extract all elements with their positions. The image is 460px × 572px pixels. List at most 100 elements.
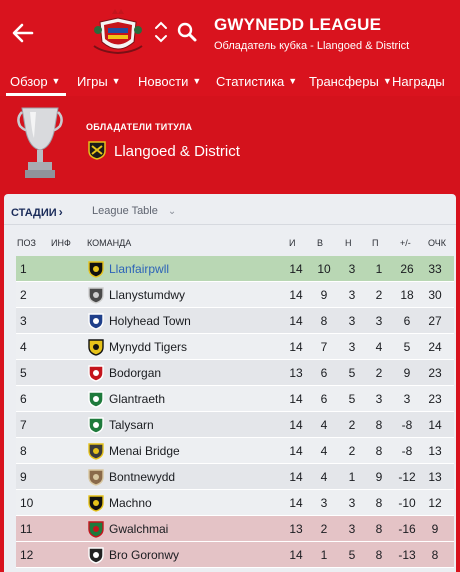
col-header-played[interactable]: И bbox=[289, 238, 295, 248]
cell-gd: -13 bbox=[398, 548, 416, 562]
cell-pts: 27 bbox=[428, 314, 442, 328]
table-row[interactable]: 2 14 9 3 2 18 30 Llanystumdwy bbox=[16, 282, 454, 308]
nav-tabs: Обзор ▼ Игры ▼ Новости ▼ Статистика ▼ Трансф… bbox=[0, 66, 460, 96]
cell-played: 14 bbox=[289, 444, 303, 458]
cell-lost: 2 bbox=[375, 366, 383, 380]
cell-lost: 3 bbox=[375, 392, 383, 406]
club-badge-icon bbox=[88, 521, 104, 538]
cell-drawn: 3 bbox=[348, 340, 356, 354]
cell-pos: 12 bbox=[20, 548, 34, 562]
tab-news[interactable]: Новости ▼ bbox=[138, 74, 201, 89]
tab-matches[interactable]: Игры ▼ bbox=[77, 74, 121, 89]
col-header-drawn[interactable]: Н bbox=[345, 238, 352, 248]
cell-team[interactable]: Machno bbox=[109, 496, 152, 510]
cell-lost: 3 bbox=[375, 314, 383, 328]
cell-pos: 8 bbox=[20, 444, 27, 458]
cell-pts: 8 bbox=[431, 548, 439, 562]
cell-played: 14 bbox=[289, 418, 303, 432]
cell-pts: 13 bbox=[428, 444, 442, 458]
table-row[interactable]: 12 14 1 5 8 -13 8 Bro Goronwy bbox=[16, 542, 454, 568]
col-header-gd[interactable]: +/- bbox=[400, 238, 411, 248]
title-holders-team[interactable]: Llangoed & District bbox=[114, 143, 240, 160]
search-icon[interactable] bbox=[176, 21, 198, 43]
cell-team[interactable]: Bro Goronwy bbox=[109, 548, 179, 562]
stages-label: СТАДИИ bbox=[11, 207, 57, 219]
chevron-down-icon: ▼ bbox=[382, 76, 392, 86]
col-header-pos[interactable]: ПОЗ bbox=[17, 238, 36, 248]
tab-transfers[interactable]: Трансферы ▼ bbox=[309, 74, 392, 89]
cell-won: 4 bbox=[320, 418, 328, 432]
cell-team[interactable]: Bontnewydd bbox=[109, 470, 175, 484]
cell-team[interactable]: Llanfairpwll bbox=[109, 262, 169, 276]
club-badge-icon bbox=[88, 313, 104, 330]
cell-pos: 3 bbox=[20, 314, 27, 328]
cell-pos: 10 bbox=[20, 496, 34, 510]
cell-pos: 6 bbox=[20, 392, 27, 406]
cell-won: 6 bbox=[320, 366, 328, 380]
cell-won: 2 bbox=[320, 522, 328, 536]
col-header-info[interactable]: ИНФ bbox=[51, 238, 71, 248]
cell-lost: 4 bbox=[375, 340, 383, 354]
cell-pts: 9 bbox=[431, 522, 439, 536]
cell-won: 9 bbox=[320, 288, 328, 302]
table-row[interactable]: 7 14 4 2 8 -8 14 Talysarn bbox=[16, 412, 454, 438]
table-row[interactable]: 5 13 6 5 2 9 23 Bodorgan bbox=[16, 360, 454, 386]
cell-team[interactable]: Glantraeth bbox=[109, 392, 165, 406]
tab-label: Статистика bbox=[216, 74, 285, 89]
cell-played: 14 bbox=[289, 262, 303, 276]
cell-pos: 2 bbox=[20, 288, 27, 302]
table-row[interactable]: 8 14 4 2 8 -8 13 Menai Bridge bbox=[16, 438, 454, 464]
tab-awards[interactable]: Награды bbox=[392, 74, 445, 89]
cell-pos: 1 bbox=[20, 262, 27, 276]
chevron-up-icon[interactable] bbox=[154, 20, 168, 30]
club-badge-icon bbox=[88, 391, 104, 408]
chevron-down-icon[interactable] bbox=[154, 34, 168, 44]
table-row[interactable]: 11 13 2 3 8 -16 9 Gwalchmai bbox=[16, 516, 454, 542]
col-header-team[interactable]: КОМАНДА bbox=[87, 238, 131, 248]
tab-overview[interactable]: Обзор ▼ bbox=[10, 74, 60, 89]
stages-button[interactable]: СТАДИИ › bbox=[11, 205, 63, 219]
table-row[interactable]: 3 14 8 3 3 6 27 Holyhead Town bbox=[16, 308, 454, 334]
cell-lost: 1 bbox=[375, 262, 383, 276]
back-arrow-icon[interactable] bbox=[8, 18, 38, 48]
tab-label: Новости bbox=[138, 74, 189, 89]
cell-pts: 24 bbox=[428, 340, 442, 354]
cell-team[interactable]: Gwalchmai bbox=[109, 522, 168, 536]
cell-pts: 23 bbox=[428, 366, 442, 380]
cell-won: 7 bbox=[320, 340, 328, 354]
cell-played: 14 bbox=[289, 288, 303, 302]
cell-team[interactable]: Talysarn bbox=[109, 418, 154, 432]
cell-team[interactable]: Bodorgan bbox=[109, 366, 161, 380]
col-header-won[interactable]: В bbox=[317, 238, 323, 248]
league-crest-icon bbox=[93, 9, 143, 55]
cell-gd: 9 bbox=[403, 366, 411, 380]
table-row[interactable]: 4 14 7 3 4 5 24 Mynydd Tigers bbox=[16, 334, 454, 360]
cell-gd: 5 bbox=[403, 340, 411, 354]
tab-stats[interactable]: Статистика ▼ bbox=[216, 74, 297, 89]
cell-lost: 8 bbox=[375, 418, 383, 432]
cell-lost: 8 bbox=[375, 444, 383, 458]
divider bbox=[4, 224, 456, 225]
cell-won: 8 bbox=[320, 314, 328, 328]
col-header-lost[interactable]: П bbox=[372, 238, 378, 248]
table-select-dropdown[interactable]: League Table ⌄ bbox=[92, 205, 176, 217]
cell-team[interactable]: Llanystumdwy bbox=[109, 288, 185, 302]
cell-won: 3 bbox=[320, 496, 328, 510]
table-row[interactable]: 6 14 6 5 3 3 23 Glantraeth bbox=[16, 386, 454, 412]
col-header-pts[interactable]: ОЧК bbox=[428, 238, 446, 248]
cell-gd: -8 bbox=[401, 418, 413, 432]
cell-team[interactable]: Holyhead Town bbox=[109, 314, 191, 328]
cell-team[interactable]: Menai Bridge bbox=[109, 444, 180, 458]
table-row[interactable]: 10 14 3 3 8 -10 12 Machno bbox=[16, 490, 454, 516]
chevron-down-icon: ▼ bbox=[111, 76, 121, 86]
cell-drawn: 2 bbox=[348, 444, 356, 458]
table-row[interactable]: 1 14 10 3 1 26 33 Llanfairpwll bbox=[16, 256, 454, 282]
cell-won: 4 bbox=[320, 470, 328, 484]
cell-won: 10 bbox=[317, 262, 331, 276]
cell-team[interactable]: Mynydd Tigers bbox=[109, 340, 187, 354]
club-badge-icon bbox=[88, 547, 104, 564]
cell-lost: 2 bbox=[375, 288, 383, 302]
table-row[interactable]: 9 14 4 1 9 -12 13 Bontnewydd bbox=[16, 464, 454, 490]
cell-drawn: 3 bbox=[348, 288, 356, 302]
cell-played: 14 bbox=[289, 496, 303, 510]
